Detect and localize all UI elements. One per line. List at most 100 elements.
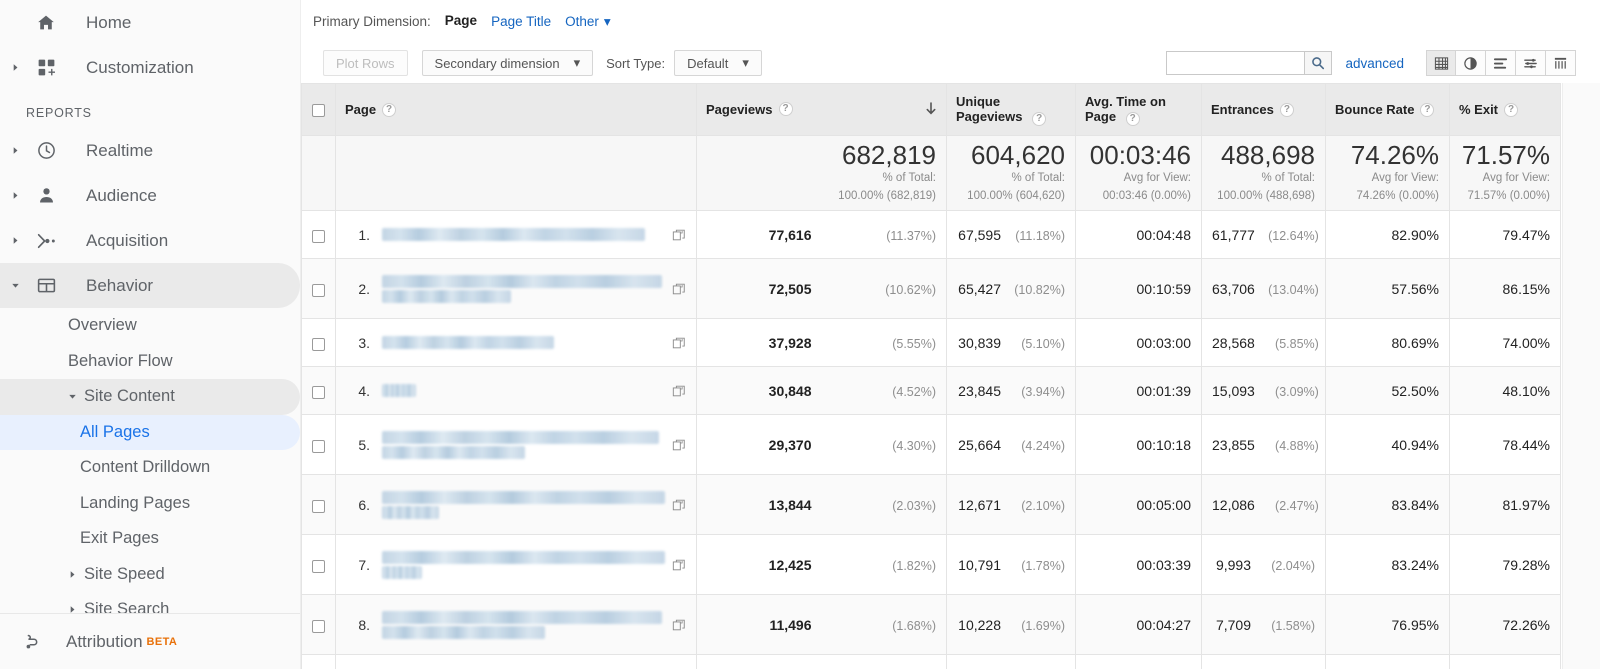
page-url-redacted[interactable]: [382, 608, 668, 642]
help-icon[interactable]: ?: [1032, 111, 1047, 126]
sidebar-item-overview[interactable]: Overview: [0, 308, 300, 344]
row-checkbox[interactable]: [312, 499, 325, 513]
help-icon[interactable]: ?: [778, 102, 793, 116]
table-view-icon[interactable]: [1426, 50, 1456, 76]
sidebar-item-landing-pages[interactable]: Landing Pages: [0, 486, 300, 522]
sort-type-select[interactable]: Default ▾: [674, 50, 762, 76]
page-cell[interactable]: 1.: [335, 210, 697, 260]
table-row[interactable]: 4. 30,848 (4.52%) 23,845 (3.94%) 00:01:39 15,0…: [301, 366, 1600, 416]
select-all-header[interactable]: [301, 83, 336, 136]
row-checkbox[interactable]: [312, 229, 325, 243]
sort-descending-icon[interactable]: [925, 101, 937, 118]
sidebar-item-audience[interactable]: Audience: [0, 173, 300, 218]
open-in-new-window-icon[interactable]: [668, 384, 690, 398]
page-cell[interactable]: 7.: [335, 534, 697, 596]
pie-chart-view-icon[interactable]: [1456, 50, 1486, 76]
table-row[interactable]: 2. 72,505 (10.62%) 65,427 (10.82%) 00:10:59 63…: [301, 258, 1600, 320]
sidebar-item-site-speed[interactable]: Site Speed: [0, 557, 300, 593]
row-checkbox[interactable]: [312, 559, 325, 573]
table-row[interactable]: 8. 11,496 (1.68%) 10,228 (1.69%) 00:04:27 7,70…: [301, 594, 1600, 656]
column-header-entrances[interactable]: Entrances ?: [1201, 83, 1326, 136]
row-select-cell[interactable]: [301, 414, 336, 476]
sidebar-item-acquisition[interactable]: Acquisition: [0, 218, 300, 263]
open-in-new-window-icon[interactable]: [668, 336, 690, 350]
column-header-unique-pageviews[interactable]: Unique Pageviews ?: [946, 83, 1076, 136]
open-in-new-window-icon[interactable]: [668, 558, 690, 572]
sidebar-item-behavior-flow[interactable]: Behavior Flow: [0, 344, 300, 380]
sidebar-item-content-drilldown[interactable]: Content Drilldown: [0, 450, 300, 486]
row-select-cell[interactable]: [301, 594, 336, 656]
page-cell[interactable]: 6.: [335, 474, 697, 536]
page-url-redacted[interactable]: [382, 226, 668, 244]
row-select-cell[interactable]: [301, 366, 336, 416]
column-header-page[interactable]: Page ?: [335, 83, 697, 136]
sidebar-item-all-pages[interactable]: All Pages: [0, 414, 300, 450]
column-header-avg-time-on-page[interactable]: Avg. Time on Page ?: [1075, 83, 1202, 136]
open-in-new-window-icon[interactable]: [668, 228, 690, 242]
row-select-cell[interactable]: [301, 210, 336, 260]
primary-dimension-page[interactable]: Page: [445, 13, 477, 30]
table-row[interactable]: 5. 29,370 (4.30%) 25,664 (4.24%) 00:10:18 23,8…: [301, 414, 1600, 476]
open-in-new-window-icon[interactable]: [668, 282, 690, 296]
column-header-bounce-rate[interactable]: Bounce Rate ?: [1325, 83, 1450, 136]
sidebar-item-attribution[interactable]: Attribution BETA: [0, 613, 300, 669]
row-checkbox[interactable]: [312, 439, 325, 453]
chevron-right-icon[interactable]: [0, 146, 26, 155]
page-cell[interactable]: 4.: [335, 366, 697, 416]
primary-dimension-other[interactable]: Other ▾: [565, 14, 611, 30]
page-cell[interactable]: 2.: [335, 258, 697, 320]
row-select-cell[interactable]: [301, 534, 336, 596]
page-url-redacted[interactable]: [382, 428, 668, 462]
sidebar-item-customization[interactable]: Customization: [0, 45, 300, 90]
help-icon[interactable]: ?: [382, 102, 397, 117]
performance-view-icon[interactable]: [1486, 50, 1516, 76]
table-row[interactable]: 9.9,917(1.45%)9,113(1.51%)00:04:127,953(…: [301, 654, 1561, 669]
sidebar-item-realtime[interactable]: Realtime: [0, 128, 300, 173]
chevron-down-icon[interactable]: [0, 281, 26, 290]
help-icon[interactable]: ?: [1279, 102, 1294, 117]
open-in-new-window-icon[interactable]: [668, 498, 690, 512]
select-all-checkbox[interactable]: [312, 104, 325, 118]
help-icon[interactable]: ?: [1504, 102, 1519, 117]
page-cell[interactable]: 9.: [335, 654, 697, 669]
row-checkbox[interactable]: [312, 283, 325, 297]
comparison-view-icon[interactable]: [1516, 50, 1546, 76]
report-table-container[interactable]: Page ? Pageviews ? Unique Pageviews ? Av…: [301, 83, 1600, 669]
page-cell[interactable]: 3.: [335, 318, 697, 368]
chevron-right-icon[interactable]: [0, 191, 26, 200]
row-checkbox[interactable]: [312, 337, 325, 351]
row-select-cell[interactable]: [301, 318, 336, 368]
table-row[interactable]: 1. 77,616 (11.37%) 67,595 (11.18%) 00:04:48 61…: [301, 210, 1600, 260]
secondary-dimension-button[interactable]: Secondary dimension ▾: [421, 50, 594, 76]
row-select-cell[interactable]: [301, 474, 336, 536]
page-cell[interactable]: 8.: [335, 594, 697, 656]
sidebar-item-site-content[interactable]: Site Content: [0, 379, 300, 415]
table-row[interactable]: 7. 12,425 (1.82%) 10,791 (1.78%) 00:03:39 9,99…: [301, 534, 1600, 596]
search-input[interactable]: [1166, 51, 1305, 75]
help-icon[interactable]: ?: [1125, 111, 1140, 126]
chevron-down-icon[interactable]: [68, 392, 77, 401]
sidebar-item-exit-pages[interactable]: Exit Pages: [0, 521, 300, 557]
primary-dimension-page-title[interactable]: Page Title: [491, 14, 551, 29]
table-row[interactable]: 6. 13,844 (2.03%) 12,671 (2.10%) 00:05:00 12,0…: [301, 474, 1600, 536]
sidebar-item-home[interactable]: Home: [0, 0, 300, 45]
page-url-redacted[interactable]: [382, 334, 668, 352]
help-icon[interactable]: ?: [1420, 102, 1435, 117]
page-cell[interactable]: 5.: [335, 414, 697, 476]
chevron-right-icon[interactable]: [0, 63, 26, 72]
chevron-right-icon[interactable]: [68, 570, 77, 579]
search-button[interactable]: [1304, 51, 1333, 75]
page-url-redacted[interactable]: [382, 548, 668, 582]
open-in-new-window-icon[interactable]: [668, 618, 690, 632]
sidebar-item-behavior[interactable]: Behavior: [0, 263, 300, 308]
open-in-new-window-icon[interactable]: [668, 438, 690, 452]
row-select-cell[interactable]: [301, 258, 336, 320]
pivot-view-icon[interactable]: [1546, 50, 1576, 76]
page-url-redacted[interactable]: [382, 488, 668, 522]
page-url-redacted[interactable]: [382, 382, 668, 400]
page-url-redacted[interactable]: [382, 272, 668, 306]
row-checkbox[interactable]: [312, 619, 325, 633]
column-header-pct-exit[interactable]: % Exit ?: [1449, 83, 1561, 136]
chevron-right-icon[interactable]: [0, 236, 26, 245]
plot-rows-button[interactable]: Plot Rows: [323, 50, 408, 76]
